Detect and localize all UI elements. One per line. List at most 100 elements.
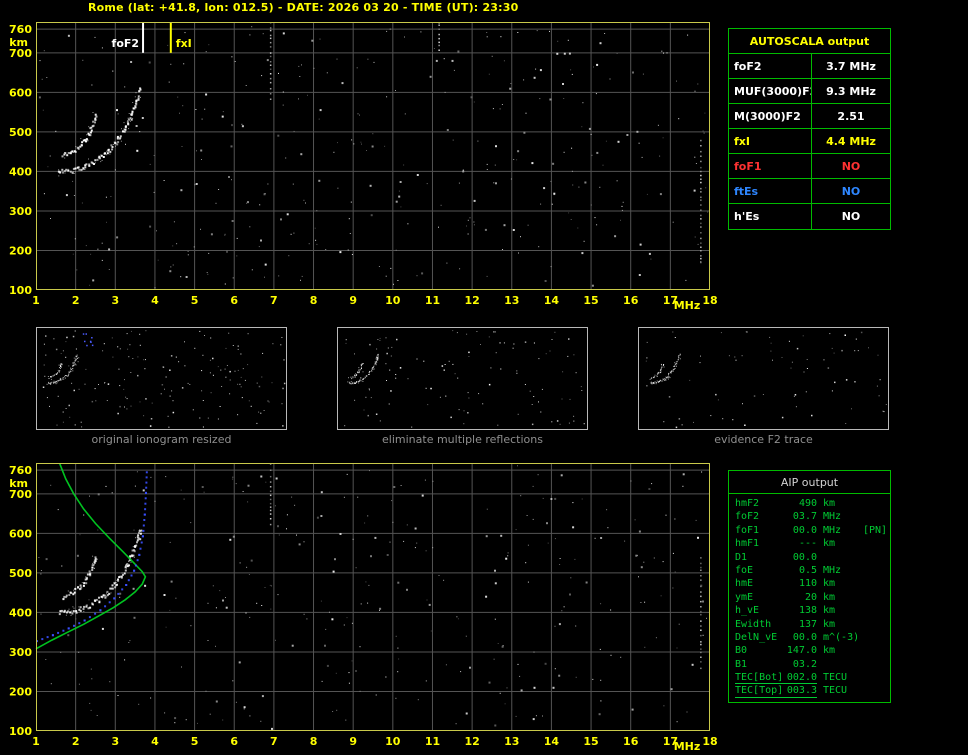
ionogram-canvas: foF2 fxI100200300400500600700760km1 2 3 4 5 6 7… <box>9 22 718 312</box>
parameter-label: B0 <box>735 645 748 657</box>
parameter-line: D1 00.0 <box>735 551 817 564</box>
table-row: M(3000)F2 2.51 <box>729 104 890 129</box>
x-tick-label: 4 <box>151 294 159 307</box>
parameter-label: h_vE <box>735 605 760 617</box>
y-tick-label: 760 <box>9 23 32 36</box>
parameter-line: foF1 00.0 <box>735 524 817 537</box>
parameter-value: 00.0 <box>792 524 817 536</box>
parameter-line: foE 0.5 <box>735 564 817 577</box>
parameter-value: NO <box>841 160 861 173</box>
parameter-value: 00.0 <box>792 551 817 563</box>
parameter-value: 03.2 <box>792 658 817 670</box>
y-tick-label: 500 <box>9 567 32 580</box>
y-axis-unit: km <box>9 477 28 490</box>
parameter-unit: km <box>823 538 836 550</box>
y-tick-label: 300 <box>9 205 32 218</box>
y-tick-label: 600 <box>9 527 32 540</box>
x-tick-label: 12 <box>464 735 479 748</box>
x-tick-label: 2 <box>72 294 80 307</box>
thumbnail-caption: eliminate multiple reflections <box>382 433 543 446</box>
parameter-label: foE <box>735 564 754 576</box>
parameter-line: hmE 110 <box>735 577 817 590</box>
parameter-unit: km <box>823 618 836 630</box>
x-tick-label: 12 <box>464 294 479 307</box>
aip-output-panel: AIP output hmF2 490 km foF2 03.7 MHz foF1 00.0 M… <box>728 470 891 703</box>
autoscala-panel-title: AUTOSCALA output <box>729 29 890 54</box>
x-tick-label: 13 <box>504 735 519 748</box>
y-tick-label: 100 <box>9 284 32 297</box>
x-tick-label: 3 <box>111 735 119 748</box>
secondary-echo-arc <box>62 555 98 601</box>
parameter-label: hmE <box>735 578 754 590</box>
x-tick-label: 14 <box>544 735 560 748</box>
parameter-unit: TECU <box>823 685 848 697</box>
x-tick-label: 9 <box>349 735 357 748</box>
x-tick-label: 1 <box>32 735 40 748</box>
background-noise <box>38 22 709 289</box>
thumbnail-trace <box>47 363 63 380</box>
x-tick-label: 11 <box>425 294 440 307</box>
x-tick-label: 2 <box>72 735 80 748</box>
y-tick-label: 200 <box>9 685 32 698</box>
autoscala-output-panel: AUTOSCALA output foF2 3.7 MHz MUF(3000)F2 9… <box>728 28 891 230</box>
parameter-line: hmF2 490 <box>735 497 817 510</box>
parameter-value: NO <box>841 210 861 223</box>
parameter-unit: m^(-3) <box>823 631 860 643</box>
parameter-label: foF2 <box>735 511 760 523</box>
table-row: D1 00.0 <box>735 551 890 564</box>
electron-density-profile <box>35 463 147 650</box>
parameter-label: TEC[Bot] <box>735 672 784 684</box>
parameter-line: B0 147.0 <box>735 644 817 657</box>
ionogram-main-plot: foF2 fxI 100 200 300 400 500 600 700 760 km 1 2 3 4 5 6 7… <box>6 20 718 313</box>
x-tick-label: 6 <box>230 735 238 748</box>
y-tick-label: 300 <box>9 646 32 659</box>
x-tick-label: 1 <box>32 294 40 307</box>
table-row: foE 0.5 MHz <box>735 564 890 577</box>
table-row: DelN_vE 00.0 m^(-3) <box>735 631 890 644</box>
thumbnail-caption: original ionogram resized <box>91 433 232 446</box>
marker-fxi: fxI <box>169 23 192 53</box>
x-tick-label: 5 <box>191 294 199 307</box>
autoscala-window: Rome (lat: +41.8, lon: 012.5) - DATE: 20… <box>0 0 968 755</box>
parameter-line: TEC[Top] 003.3 <box>735 684 817 698</box>
x-tick-label: 11 <box>425 735 440 748</box>
thumbnail-trace <box>46 354 80 385</box>
parameter-value: 03.7 <box>792 511 817 523</box>
parameter-label: DelN_vE <box>735 631 778 643</box>
x-axis-unit: MHz <box>674 299 701 312</box>
table-row: TEC[Top] 003.3 TECU <box>735 684 890 698</box>
y-tick-label: 760 <box>9 464 32 477</box>
parameter-value: 4.4 MHz <box>826 135 876 148</box>
x-axis-unit: MHz <box>674 740 701 753</box>
x-tick-label: 14 <box>544 294 560 307</box>
marker-label: foF2 <box>112 37 140 50</box>
parameter-label: TEC[Top] <box>735 685 784 697</box>
parameter-unit: MHz <box>823 511 842 523</box>
processing-thumbnail-2 <box>337 327 588 430</box>
thumbnail-trace <box>347 353 379 385</box>
autoscala-table: foF2 3.7 MHz MUF(3000)F2 9.3 MHz M(3000)F2 2.… <box>729 54 890 229</box>
thumbnail-canvas <box>344 330 585 428</box>
parameter-label: foF1 <box>729 154 812 178</box>
table-row: h'Es NO <box>729 204 890 229</box>
y-tick-label: 400 <box>9 606 32 619</box>
table-row: foF2 03.7 MHz <box>735 510 890 523</box>
table-row: B0 147.0 km <box>735 644 890 657</box>
parameter-line: ymE 20 <box>735 591 817 604</box>
parameter-value: 138 <box>798 605 817 617</box>
table-row: TEC[Bot] 002.0 TECU <box>735 671 890 685</box>
x-tick-label: 18 <box>702 294 717 307</box>
table-row: ymE 20 km <box>735 591 890 604</box>
x-tick-label: 3 <box>111 294 119 307</box>
parameter-value: 00.0 <box>792 631 817 643</box>
plot-border <box>36 463 710 731</box>
marker-label: fxI <box>176 37 192 50</box>
table-row: hmF1 --- km <box>735 537 890 550</box>
x-tick-label: 8 <box>310 294 318 307</box>
grid-lines <box>36 463 710 731</box>
parameter-label: hmF2 <box>735 498 760 509</box>
processing-thumbnail-3 <box>638 327 889 430</box>
parameter-unit <box>823 658 861 671</box>
aip-panel-title: AIP output <box>729 471 890 494</box>
thumbnail-trace <box>348 363 364 380</box>
